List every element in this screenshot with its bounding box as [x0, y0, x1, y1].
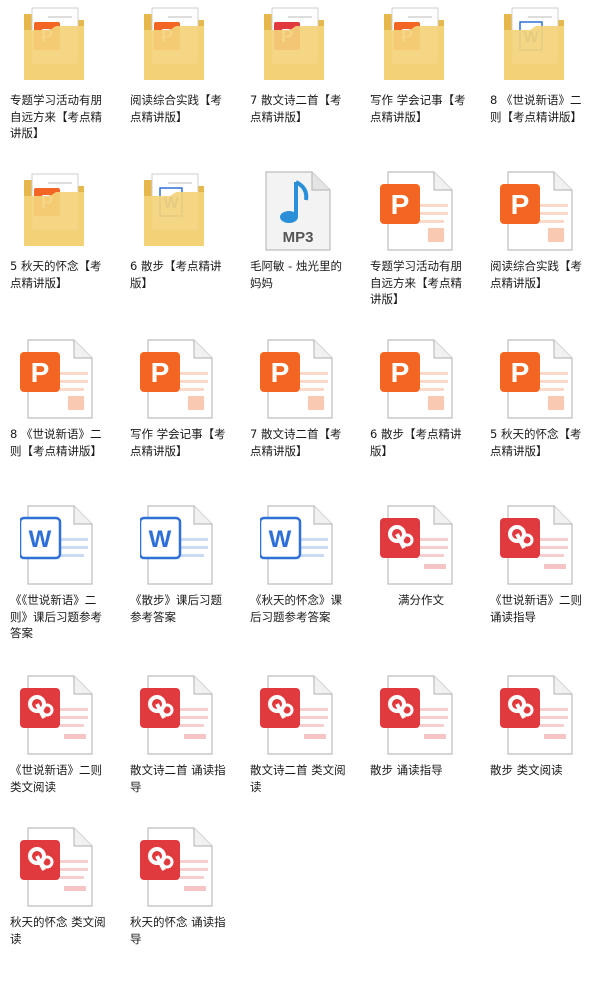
folder-item[interactable]: P 阅读综合实践【考点精讲版】 [130, 4, 240, 164]
file-name-label: 满分作文 [398, 593, 444, 607]
folder-item[interactable]: W 8 《世说新语》二则【考点精讲版】 [490, 4, 595, 164]
file-name-label: 5 秋天的怀念【考点精讲版】 [10, 259, 102, 290]
folder-icon: P [140, 4, 218, 86]
file-name-label: 散步 诵读指导 [370, 763, 443, 777]
folder-item[interactable]: P 7 散文诗二首【考点精讲版】 [250, 4, 360, 164]
file-name-label: 8 《世说新语》二则【考点精讲版】 [490, 93, 582, 124]
word-file-icon: W [260, 504, 338, 586]
file-grid: P 专题学习活动有朋自远方来【考点精讲版】 P 阅读综合实践【考点精讲版】 P … [0, 0, 595, 946]
file-item[interactable]: P 6 散步【考点精讲版】 [370, 338, 480, 498]
svg-text:P: P [391, 357, 410, 388]
svg-text:P: P [31, 357, 50, 388]
pdf-file-icon [380, 674, 458, 756]
svg-text:P: P [391, 189, 410, 220]
folder-item[interactable]: P 写作 学会记事【考点精讲版】 [370, 4, 480, 164]
svg-text:P: P [511, 357, 530, 388]
file-name-label: 秋天的怀念 类文阅读 [10, 915, 106, 946]
file-name-label: 写作 学会记事【考点精讲版】 [370, 93, 466, 124]
file-name-label: 7 散文诗二首【考点精讲版】 [250, 427, 342, 458]
pdf-file-icon [500, 504, 578, 586]
file-name-label: 阅读综合实践【考点精讲版】 [490, 259, 582, 290]
file-item[interactable]: P 专题学习活动有朋自远方来【考点精讲版】 [370, 170, 480, 330]
svg-text:P: P [511, 189, 530, 220]
file-name-label: 7 散文诗二首【考点精讲版】 [250, 93, 342, 124]
folder-item[interactable]: P 5 秋天的怀念【考点精讲版】 [10, 170, 120, 330]
mp3-file-icon: MP3 [260, 170, 338, 252]
folder-item[interactable]: P 专题学习活动有朋自远方来【考点精讲版】 [10, 4, 120, 164]
file-item[interactable]: 散文诗二首 类文阅读 [250, 674, 360, 834]
pdf-file-icon [380, 504, 458, 586]
file-item[interactable]: P 5 秋天的怀念【考点精讲版】 [490, 338, 595, 498]
svg-text:P: P [271, 357, 290, 388]
file-item[interactable]: 《世说新语》二则 诵读指导 [490, 504, 595, 664]
folder-icon: W [140, 170, 218, 252]
file-name-label: 6 散步【考点精讲版】 [370, 427, 462, 458]
ppt-file-icon: P [500, 170, 578, 252]
file-item[interactable]: W 《《世说新语》二则》课后习题参考答案 [10, 504, 120, 664]
folder-icon: P [20, 170, 98, 252]
ppt-file-icon: P [380, 338, 458, 420]
file-item[interactable]: 秋天的怀念 类文阅读 [10, 826, 120, 986]
file-item[interactable]: 散步 类文阅读 [490, 674, 595, 834]
file-name-label: 《《世说新语》二则》课后习题参考答案 [10, 593, 102, 640]
folder-icon: P [260, 4, 338, 86]
folder-item[interactable]: W 6 散步【考点精讲版】 [130, 170, 240, 330]
mp3-badge: MP3 [283, 229, 314, 246]
file-name-label: 《散步》课后习题参考答案 [130, 593, 222, 624]
ppt-file-icon: P [380, 170, 458, 252]
pdf-file-icon [500, 674, 578, 756]
file-item[interactable]: P 8 《世说新语》二则【考点精讲版】 [10, 338, 120, 498]
file-item[interactable]: W 《散步》课后习题参考答案 [130, 504, 240, 664]
file-name-label: 专题学习活动有朋自远方来【考点精讲版】 [370, 259, 462, 306]
file-name-label: 5 秋天的怀念【考点精讲版】 [490, 427, 582, 458]
file-name-label: 阅读综合实践【考点精讲版】 [130, 93, 222, 124]
svg-text:W: W [29, 526, 52, 553]
word-file-icon: W [20, 504, 98, 586]
file-item[interactable]: 散文诗二首 诵读指导 [130, 674, 240, 834]
file-name-label: 《世说新语》二则 诵读指导 [490, 593, 582, 624]
file-item[interactable]: 散步 诵读指导 [370, 674, 480, 834]
pdf-file-icon [20, 826, 98, 908]
file-name-label: 散文诗二首 诵读指导 [130, 763, 226, 794]
file-name-label: 专题学习活动有朋自远方来【考点精讲版】 [10, 93, 102, 140]
folder-icon: W [500, 4, 578, 86]
pdf-file-icon [260, 674, 338, 756]
file-name-label: 《世说新语》二则 类文阅读 [10, 763, 102, 794]
file-name-label: 毛阿敏 - 烛光里的妈妈 [250, 259, 342, 290]
file-name-label: 8 《世说新语》二则【考点精讲版】 [10, 427, 102, 458]
file-item[interactable]: 《世说新语》二则 类文阅读 [10, 674, 120, 834]
file-name-label: 散文诗二首 类文阅读 [250, 763, 346, 794]
file-item[interactable]: P 7 散文诗二首【考点精讲版】 [250, 338, 360, 498]
file-name-label: 6 散步【考点精讲版】 [130, 259, 222, 290]
folder-icon: P [20, 4, 98, 86]
svg-text:W: W [269, 526, 292, 553]
file-name-label: 《秋天的怀念》课后习题参考答案 [250, 593, 342, 624]
file-item[interactable]: P 写作 学会记事【考点精讲版】 [130, 338, 240, 498]
file-item[interactable]: W 《秋天的怀念》课后习题参考答案 [250, 504, 360, 664]
word-file-icon: W [140, 504, 218, 586]
file-item[interactable]: MP3 毛阿敏 - 烛光里的妈妈 [250, 170, 360, 330]
folder-icon: P [380, 4, 458, 86]
file-item[interactable]: 秋天的怀念 诵读指导 [130, 826, 240, 986]
file-item[interactable]: P 阅读综合实践【考点精讲版】 [490, 170, 595, 330]
file-name-label: 写作 学会记事【考点精讲版】 [130, 427, 226, 458]
file-item[interactable]: 满分作文 [370, 504, 480, 664]
ppt-file-icon: P [20, 338, 98, 420]
pdf-file-icon [140, 674, 218, 756]
pdf-file-icon [20, 674, 98, 756]
ppt-file-icon: P [140, 338, 218, 420]
svg-text:P: P [151, 357, 170, 388]
ppt-file-icon: P [260, 338, 338, 420]
svg-text:W: W [149, 526, 172, 553]
file-name-label: 秋天的怀念 诵读指导 [130, 915, 226, 946]
ppt-file-icon: P [500, 338, 578, 420]
file-name-label: 散步 类文阅读 [490, 763, 563, 777]
pdf-file-icon [140, 826, 218, 908]
